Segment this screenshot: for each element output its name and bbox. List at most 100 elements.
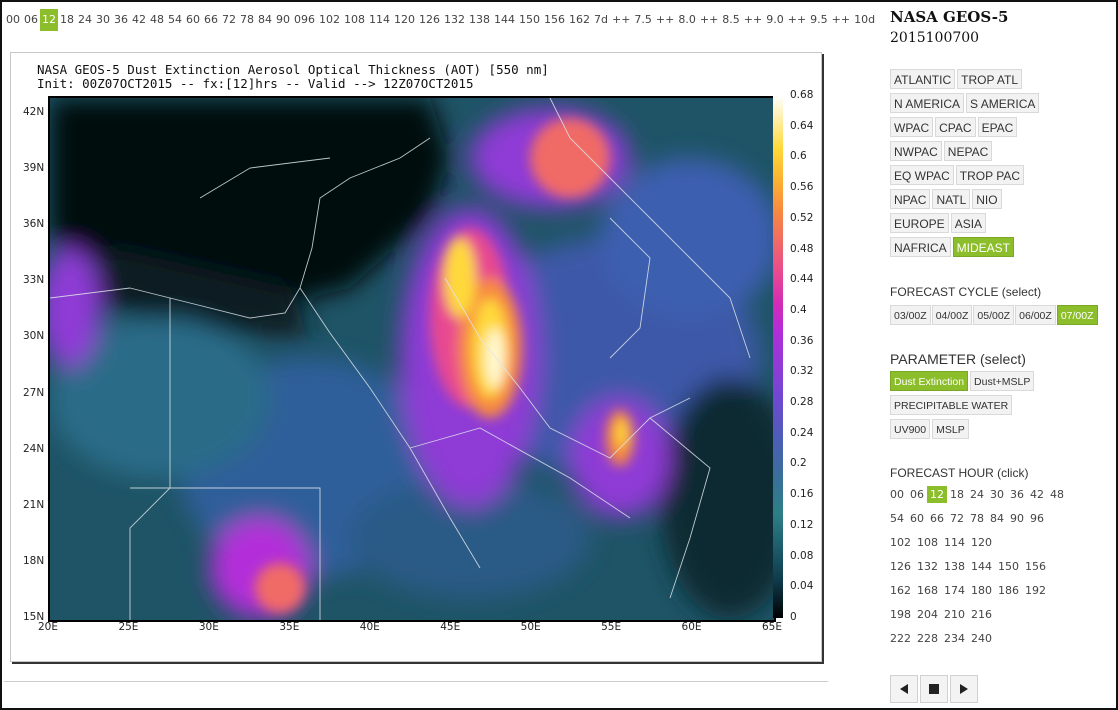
parameter-button-dust-mslp[interactable]: Dust+MSLP: [970, 371, 1035, 391]
forecast-hour-link[interactable]: 12: [927, 486, 947, 503]
region-button-nafrica[interactable]: NAFRICA: [890, 237, 951, 257]
forecast-hour-link[interactable]: 168: [914, 582, 941, 599]
region-button-trop-pac[interactable]: TROP PAC: [955, 165, 1025, 185]
forecast-hour-link[interactable]: 60: [907, 510, 927, 527]
hour-strip-item[interactable]: 096: [292, 9, 317, 31]
region-button-nwpac[interactable]: NWPAC: [890, 141, 942, 161]
forecast-hour-link[interactable]: 54: [887, 510, 907, 527]
forecast-hour-link[interactable]: 42: [1027, 486, 1047, 503]
forecast-hour-link[interactable]: 204: [914, 606, 941, 623]
cycle-button[interactable]: 06/00Z: [1015, 305, 1056, 325]
region-button-europe[interactable]: EUROPE: [890, 213, 949, 233]
hour-strip-item[interactable]: 24: [76, 9, 94, 31]
cycle-button[interactable]: 04/00Z: [931, 305, 973, 325]
cycle-button[interactable]: 03/00Z: [890, 305, 931, 325]
forecast-hour-link[interactable]: 126: [887, 558, 914, 575]
prev-button[interactable]: [890, 675, 918, 703]
region-button-atlantic[interactable]: ATLANTIC: [890, 69, 956, 89]
hour-strip-item[interactable]: 102: [317, 9, 342, 31]
hour-strip-item[interactable]: 138: [467, 9, 492, 31]
forecast-hour-link[interactable]: 162: [887, 582, 914, 599]
forecast-hour-link[interactable]: 18: [947, 486, 967, 503]
hour-strip-item[interactable]: 84: [256, 9, 274, 31]
forecast-hour-link[interactable]: 180: [968, 582, 995, 599]
region-button-nio[interactable]: NIO: [972, 189, 1002, 209]
forecast-hour-link[interactable]: 138: [941, 558, 968, 575]
cycle-button[interactable]: 07/00Z: [1056, 305, 1098, 325]
forecast-hour-link[interactable]: 84: [987, 510, 1007, 527]
forecast-hour-link[interactable]: 174: [941, 582, 968, 599]
forecast-hour-link[interactable]: 30: [987, 486, 1007, 503]
forecast-hour-link[interactable]: 48: [1047, 486, 1067, 503]
hour-strip-item[interactable]: 9.0: [764, 9, 786, 31]
parameter-button-dust-extinction[interactable]: Dust Extinction: [890, 371, 969, 391]
hour-strip-item[interactable]: 126: [417, 9, 442, 31]
hour-strip-item[interactable]: 7d: [592, 9, 610, 31]
forecast-hour-link[interactable]: 72: [947, 510, 967, 527]
hour-strip-item[interactable]: 8.0: [676, 9, 698, 31]
forecast-hour-link[interactable]: 108: [914, 534, 941, 551]
hour-strip-item[interactable]: 18: [58, 9, 76, 31]
hour-strip-item[interactable]: 78: [238, 9, 256, 31]
forecast-hour-link[interactable]: 156: [1022, 558, 1049, 575]
hour-strip-item[interactable]: 8.5: [720, 9, 742, 31]
region-button-nepac[interactable]: NEPAC: [943, 141, 993, 161]
forecast-hour-link[interactable]: 222: [887, 630, 914, 647]
forecast-hour-link[interactable]: 150: [995, 558, 1022, 575]
cycle-button[interactable]: 05/00Z: [973, 305, 1015, 325]
hour-strip-item[interactable]: 54: [166, 9, 184, 31]
region-button-trop-atl[interactable]: TROP ATL: [957, 69, 1023, 89]
region-button-npac[interactable]: NPAC: [890, 189, 931, 209]
hour-strip-item[interactable]: 42: [130, 9, 148, 31]
forecast-hour-link[interactable]: 78: [967, 510, 987, 527]
hour-strip-item[interactable]: 72: [220, 9, 238, 31]
hour-strip-item[interactable]: 114: [367, 9, 392, 31]
forecast-hour-link[interactable]: 36: [1007, 486, 1027, 503]
forecast-hour-link[interactable]: 06: [907, 486, 927, 503]
forecast-hour-link[interactable]: 210: [941, 606, 968, 623]
region-button-s-america[interactable]: S AMERICA: [966, 93, 1040, 113]
region-button-wpac[interactable]: WPAC: [890, 117, 934, 137]
region-button-eq-wpac[interactable]: EQ WPAC: [890, 165, 954, 185]
region-button-natl[interactable]: NATL: [932, 189, 971, 209]
hour-strip-item[interactable]: 150: [517, 9, 542, 31]
hour-strip-item[interactable]: 10d: [852, 9, 877, 31]
forecast-hour-link[interactable]: 96: [1027, 510, 1047, 527]
forecast-hour-link[interactable]: 00: [887, 486, 907, 503]
hour-strip-item[interactable]: 108: [342, 9, 367, 31]
hour-strip-item[interactable]: 06: [22, 9, 40, 31]
stop-button[interactable]: [920, 675, 948, 703]
hour-strip-item[interactable]: 30: [94, 9, 112, 31]
forecast-hour-link[interactable]: 228: [914, 630, 941, 647]
hour-strip-item[interactable]: 156: [542, 9, 567, 31]
forecast-hour-link[interactable]: 102: [887, 534, 914, 551]
hour-strip-item[interactable]: 00: [4, 9, 22, 31]
forecast-hour-link[interactable]: 120: [968, 534, 995, 551]
region-button-mideast[interactable]: MIDEAST: [952, 237, 1015, 257]
forecast-hour-link[interactable]: 192: [1022, 582, 1049, 599]
hour-strip-item[interactable]: 48: [148, 9, 166, 31]
region-button-asia[interactable]: ASIA: [950, 213, 987, 233]
forecast-hour-link[interactable]: 114: [941, 534, 968, 551]
hour-strip-item[interactable]: 120: [392, 9, 417, 31]
hour-strip-item[interactable]: 66: [202, 9, 220, 31]
hour-strip-item[interactable]: 162: [567, 9, 592, 31]
hour-strip-item[interactable]: 9.5: [808, 9, 830, 31]
forecast-hour-link[interactable]: 198: [887, 606, 914, 623]
next-button[interactable]: [950, 675, 978, 703]
parameter-button-uv900[interactable]: UV900: [890, 419, 931, 439]
parameter-button-precipitable-water[interactable]: PRECIPITABLE WATER: [890, 395, 1013, 415]
forecast-hour-link[interactable]: 216: [968, 606, 995, 623]
forecast-hour-link[interactable]: 90: [1007, 510, 1027, 527]
hour-strip-item[interactable]: 60: [184, 9, 202, 31]
hour-strip-item[interactable]: 36: [112, 9, 130, 31]
forecast-hour-link[interactable]: 240: [968, 630, 995, 647]
hour-strip-item[interactable]: 7.5: [632, 9, 654, 31]
forecast-hour-link[interactable]: 24: [967, 486, 987, 503]
forecast-hour-link[interactable]: 144: [968, 558, 995, 575]
region-button-n-america[interactable]: N AMERICA: [890, 93, 965, 113]
forecast-hour-link[interactable]: 234: [941, 630, 968, 647]
forecast-hour-link[interactable]: 186: [995, 582, 1022, 599]
parameter-button-mslp[interactable]: MSLP: [932, 419, 969, 439]
forecast-hour-link[interactable]: 132: [914, 558, 941, 575]
